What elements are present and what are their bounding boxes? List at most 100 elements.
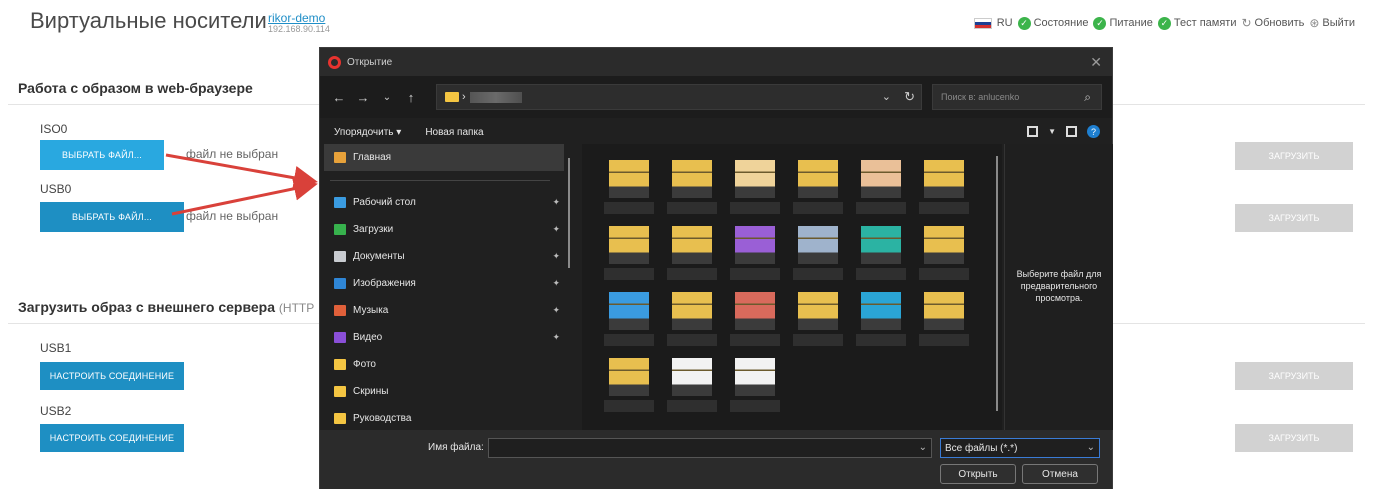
folder-icon (445, 92, 459, 102)
section-title-server-text: Загрузить образ с внешнего сервера (18, 299, 276, 315)
memory-test-label: Тест памяти (1173, 17, 1237, 29)
file-thumbnail[interactable] (602, 292, 656, 346)
refresh-icon[interactable]: ↻ (904, 89, 915, 105)
blurred-path-segment (469, 91, 522, 103)
thumbnail-image (609, 358, 649, 396)
configure-connection-button-usb1[interactable]: НАСТРОИТЬ СОЕДИНЕНИЕ (40, 362, 184, 390)
file-thumbnail[interactable] (602, 226, 656, 280)
home-icon (334, 152, 346, 163)
sidebar-item[interactable]: Загрузки ✦ (320, 216, 580, 243)
file-thumbnail[interactable] (665, 226, 719, 280)
sidebar-item[interactable]: Руководства (320, 405, 580, 430)
sidebar-item[interactable]: Фото (320, 351, 580, 378)
language-selector[interactable]: RU (997, 17, 1013, 29)
device-name-link[interactable]: rikor-demo (268, 12, 330, 24)
chevron-down-icon: ⌄ (1086, 442, 1095, 453)
file-thumbnail[interactable] (917, 226, 971, 280)
thumbnail-image (924, 292, 964, 330)
view-mode-icon[interactable] (1027, 126, 1039, 137)
file-thumbnail[interactable] (917, 160, 971, 214)
page-title: Виртуальные носители (30, 8, 267, 33)
thumbnail-caption-blurred (793, 202, 843, 214)
thumbnail-image (798, 292, 838, 330)
file-thumbnail[interactable] (665, 292, 719, 346)
file-thumbnail[interactable] (728, 226, 782, 280)
check-circle-icon: ✓ (1093, 16, 1107, 30)
sidebar-item[interactable]: Главная (324, 144, 564, 171)
thumbnail-image (735, 226, 775, 264)
thumbnail-image (672, 292, 712, 330)
file-thumbnail[interactable] (791, 292, 845, 346)
file-thumbnail[interactable] (728, 358, 782, 412)
file-thumbnail[interactable] (665, 160, 719, 214)
file-grid (582, 144, 1002, 430)
file-thumbnail[interactable] (854, 226, 908, 280)
dialog-titlebar: Открытие (320, 48, 1112, 76)
chevron-down-icon[interactable]: ▼ (1048, 127, 1056, 136)
sidebar-item[interactable]: Изображения ✦ (320, 270, 580, 297)
sidebar-item-label: Главная (353, 152, 392, 163)
organize-menu[interactable]: Упорядочить ▾ (334, 127, 401, 138)
close-icon[interactable]: ✕ (1090, 54, 1102, 71)
file-thumbnail[interactable] (665, 358, 719, 412)
open-file-dialog: Открытие ✕ ← → ⌄ ↑ › ⌄ ↻ Поиск в: anluce… (319, 47, 1113, 489)
memory-test-indicator[interactable]: ✓ Тест памяти (1157, 16, 1237, 30)
sidebar-item-label: Документы (353, 251, 405, 262)
thumbnail-image (609, 226, 649, 264)
address-bar[interactable]: › ⌄ ↻ (436, 84, 922, 110)
thumbnail-image (798, 160, 838, 198)
logout-button[interactable]: ⊛ Выйти (1309, 16, 1355, 30)
search-input[interactable]: Поиск в: anlucenko ⌕ (932, 84, 1102, 110)
forward-arrow-icon[interactable]: → (352, 90, 374, 105)
thumbnail-caption-blurred (730, 400, 780, 412)
file-thumbnail[interactable] (728, 292, 782, 346)
search-icon: ⌕ (1084, 90, 1091, 104)
upload-button-iso0[interactable]: ЗАГРУЗИТЬ (1235, 142, 1353, 170)
thumbnail-caption-blurred (604, 202, 654, 214)
power-indicator[interactable]: ✓ Питание (1093, 16, 1153, 30)
file-thumbnail[interactable] (728, 160, 782, 214)
refresh-button[interactable]: ↻ Обновить (1241, 16, 1304, 30)
file-thumbnail[interactable] (791, 226, 845, 280)
sidebar-item[interactable]: Скрины (320, 378, 580, 405)
file-thumbnail[interactable] (602, 358, 656, 412)
file-thumbnail[interactable] (791, 160, 845, 214)
open-button[interactable]: Открыть (940, 464, 1016, 484)
dialog-toolbar: Упорядочить ▾ Новая папка ▼ ? (320, 120, 1112, 144)
pin-icon: ✦ (552, 305, 560, 315)
cancel-button[interactable]: Отмена (1022, 464, 1098, 484)
sidebar-item[interactable]: Музыка ✦ (320, 297, 580, 324)
file-thumbnail[interactable] (917, 292, 971, 346)
chevron-down-icon[interactable]: ⌄ (919, 442, 927, 453)
upload-button-usb0[interactable]: ЗАГРУЗИТЬ (1235, 204, 1353, 232)
upload-button-usb2[interactable]: ЗАГРУЗИТЬ (1235, 424, 1353, 452)
sidebar-item[interactable]: Видео ✦ (320, 324, 580, 351)
sidebar-item[interactable]: Документы ✦ (320, 243, 580, 270)
thumbnail-caption-blurred (856, 334, 906, 346)
up-arrow-icon[interactable]: ↑ (400, 90, 422, 105)
filetype-select[interactable]: Все файлы (*.*) ⌄ (940, 438, 1100, 458)
recent-dropdown-icon[interactable]: ⌄ (376, 92, 398, 103)
preview-pane-icon[interactable] (1066, 126, 1077, 137)
new-folder-button[interactable]: Новая папка (425, 127, 483, 138)
thumbnail-caption-blurred (667, 334, 717, 346)
thumbnail-image (609, 292, 649, 330)
back-arrow-icon[interactable]: ← (328, 90, 350, 105)
sidebar-item[interactable]: Рабочий стол ✦ (320, 189, 580, 216)
files-scrollbar[interactable] (996, 156, 998, 411)
thumbnail-caption-blurred (730, 334, 780, 346)
thumbnail-caption-blurred (604, 400, 654, 412)
file-thumbnail[interactable] (602, 160, 656, 214)
choose-file-button-iso0[interactable]: ВЫБРАТЬ ФАЙЛ... (40, 140, 164, 170)
upload-button-usb1[interactable]: ЗАГРУЗИТЬ (1235, 362, 1353, 390)
chevron-down-icon[interactable]: ⌄ (882, 90, 891, 103)
sidebar-scrollbar[interactable] (568, 158, 570, 268)
sidebar-item-label: Изображения (353, 278, 416, 289)
file-thumbnail[interactable] (854, 160, 908, 214)
choose-file-button-usb0[interactable]: ВЫБРАТЬ ФАЙЛ... (40, 202, 184, 232)
file-thumbnail[interactable] (854, 292, 908, 346)
configure-connection-button-usb2[interactable]: НАСТРОИТЬ СОЕДИНЕНИЕ (40, 424, 184, 452)
filename-input[interactable]: ⌄ (488, 438, 932, 458)
status-indicator[interactable]: ✓ Состояние (1017, 16, 1088, 30)
help-icon[interactable]: ? (1087, 125, 1100, 138)
